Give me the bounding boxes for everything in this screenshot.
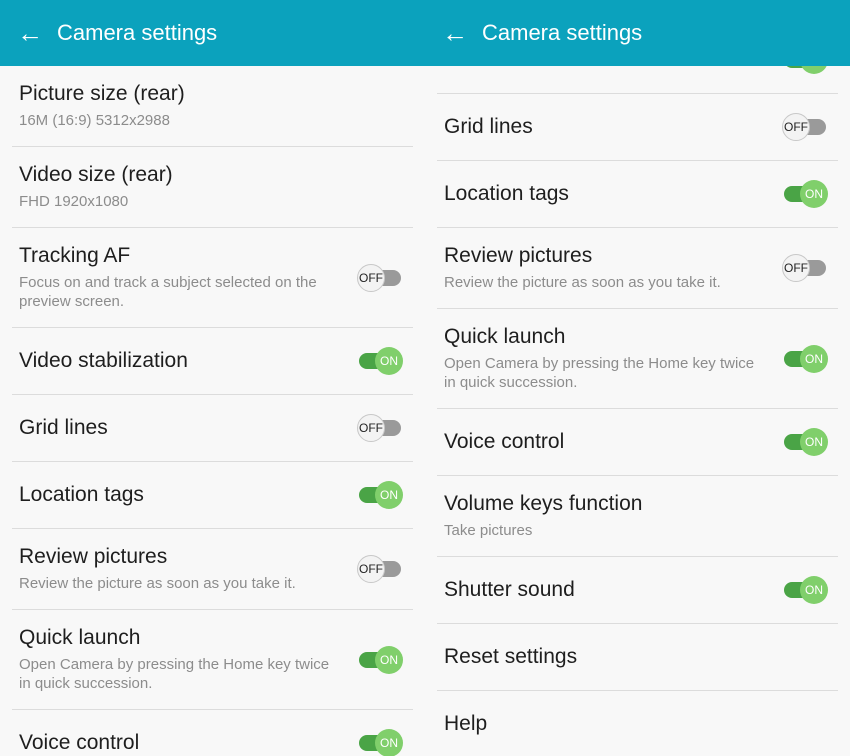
toggle-knob: ON <box>800 180 828 208</box>
toggle-knob: OFF <box>782 254 810 282</box>
settings-panel-right: ← Camera settings Video stabilizationONG… <box>425 0 850 756</box>
setting-title: Picture size (rear) <box>19 82 185 105</box>
setting-subtitle: Open Camera by pressing the Home key twi… <box>444 355 755 391</box>
review-pictures-toggle[interactable]: OFF <box>357 555 403 583</box>
setting-title: Shutter sound <box>444 578 575 601</box>
setting-quick-launch[interactable]: Quick launch Open Camera by pressing the … <box>12 610 413 710</box>
voice-control-toggle[interactable]: ON <box>782 428 828 456</box>
settings-list: Picture size (rear) 16M (16:9) 5312x2988 V… <box>12 66 413 756</box>
settings-list: Video stabilizationONGrid linesOFFLocati… <box>437 27 838 756</box>
back-button[interactable]: ← <box>425 20 482 46</box>
setting-voice-control[interactable]: Voice control ON <box>437 409 838 476</box>
setting-reset-settings[interactable]: Reset settings <box>437 624 838 691</box>
setting-title: Grid lines <box>444 115 533 138</box>
setting-subtitle: FHD 1920x1080 <box>19 193 129 210</box>
setting-title: Voice control <box>444 430 565 453</box>
setting-volume-keys-function[interactable]: Volume keys function Take pictures <box>437 476 838 557</box>
toggle-knob: ON <box>800 576 828 604</box>
toggle-knob: ON <box>375 729 403 756</box>
voice-control-toggle[interactable]: ON <box>357 729 403 756</box>
toggle-knob: OFF <box>357 555 385 583</box>
settings-panel-left: ← Camera settings Picture size (rear) 16M… <box>0 0 425 756</box>
quick-launch-toggle[interactable]: ON <box>782 344 828 373</box>
setting-title: Video size (rear) <box>19 163 173 186</box>
toggle-knob: ON <box>800 428 828 456</box>
app-bar: ← Camera settings <box>0 0 425 66</box>
setting-subtitle: Focus on and track a subject selected on… <box>19 274 317 310</box>
setting-location-tags[interactable]: Location tags ON <box>12 462 413 529</box>
video-stabilization-toggle[interactable]: ON <box>357 347 403 375</box>
setting-subtitle: 16M (16:9) 5312x2988 <box>19 112 170 129</box>
toggle-knob: ON <box>800 344 828 373</box>
setting-quick-launch[interactable]: Quick launch Open Camera by pressing the … <box>437 309 838 409</box>
setting-title: Location tags <box>19 483 144 506</box>
setting-voice-control[interactable]: Voice control ON <box>12 710 413 756</box>
shutter-sound-toggle[interactable]: ON <box>782 576 828 604</box>
setting-subtitle: Open Camera by pressing the Home key twi… <box>19 656 330 692</box>
setting-video-size-rear[interactable]: Video size (rear) FHD 1920x1080 <box>12 147 413 228</box>
setting-title: Review pictures <box>444 244 593 267</box>
toggle-knob: ON <box>375 645 403 674</box>
toggle-knob: OFF <box>357 414 385 442</box>
back-button[interactable]: ← <box>0 20 57 46</box>
setting-title: Voice control <box>19 731 140 754</box>
toggle-knob: ON <box>375 481 403 509</box>
setting-title: Tracking AF <box>19 244 131 267</box>
review-pictures-toggle[interactable]: OFF <box>782 254 828 282</box>
setting-subtitle: Review the picture as soon as you take i… <box>444 274 721 291</box>
setting-title: Review pictures <box>19 545 168 568</box>
setting-review-pictures[interactable]: Review pictures Review the picture as soo… <box>437 228 838 309</box>
grid-lines-toggle[interactable]: OFF <box>357 414 403 442</box>
toggle-knob: ON <box>375 347 403 375</box>
setting-title: Quick launch <box>444 325 566 348</box>
setting-title: Location tags <box>444 182 569 205</box>
setting-title: Help <box>444 712 488 735</box>
quick-launch-toggle[interactable]: ON <box>357 645 403 674</box>
app-bar: ← Camera settings <box>425 0 850 66</box>
setting-title: Video stabilization <box>19 349 188 372</box>
setting-tracking-af[interactable]: Tracking AF Focus on and track a subject … <box>12 228 413 328</box>
setting-grid-lines[interactable]: Grid lines OFF <box>437 94 838 161</box>
toggle-knob: OFF <box>357 263 385 292</box>
setting-title: Grid lines <box>19 416 108 439</box>
tracking-af-toggle[interactable]: OFF <box>357 263 403 292</box>
setting-shutter-sound[interactable]: Shutter sound ON <box>437 557 838 624</box>
setting-subtitle: Take pictures <box>444 522 533 539</box>
setting-picture-size-rear[interactable]: Picture size (rear) 16M (16:9) 5312x2988 <box>12 66 413 147</box>
toggle-knob: OFF <box>782 113 810 141</box>
location-tags-toggle[interactable]: ON <box>782 180 828 208</box>
page-title: Camera settings <box>57 20 218 45</box>
setting-video-stabilization[interactable]: Video stabilization ON <box>12 328 413 395</box>
location-tags-toggle[interactable]: ON <box>357 481 403 509</box>
setting-title: Quick launch <box>19 626 141 649</box>
setting-subtitle: Review the picture as soon as you take i… <box>19 575 296 592</box>
setting-title: Volume keys function <box>444 492 643 515</box>
setting-title: Reset settings <box>444 645 578 668</box>
setting-review-pictures[interactable]: Review pictures Review the picture as soo… <box>12 529 413 610</box>
setting-help[interactable]: Help <box>437 691 838 756</box>
page-title: Camera settings <box>482 20 643 45</box>
setting-grid-lines[interactable]: Grid lines OFF <box>12 395 413 462</box>
grid-lines-toggle[interactable]: OFF <box>782 113 828 141</box>
setting-location-tags[interactable]: Location tags ON <box>437 161 838 228</box>
